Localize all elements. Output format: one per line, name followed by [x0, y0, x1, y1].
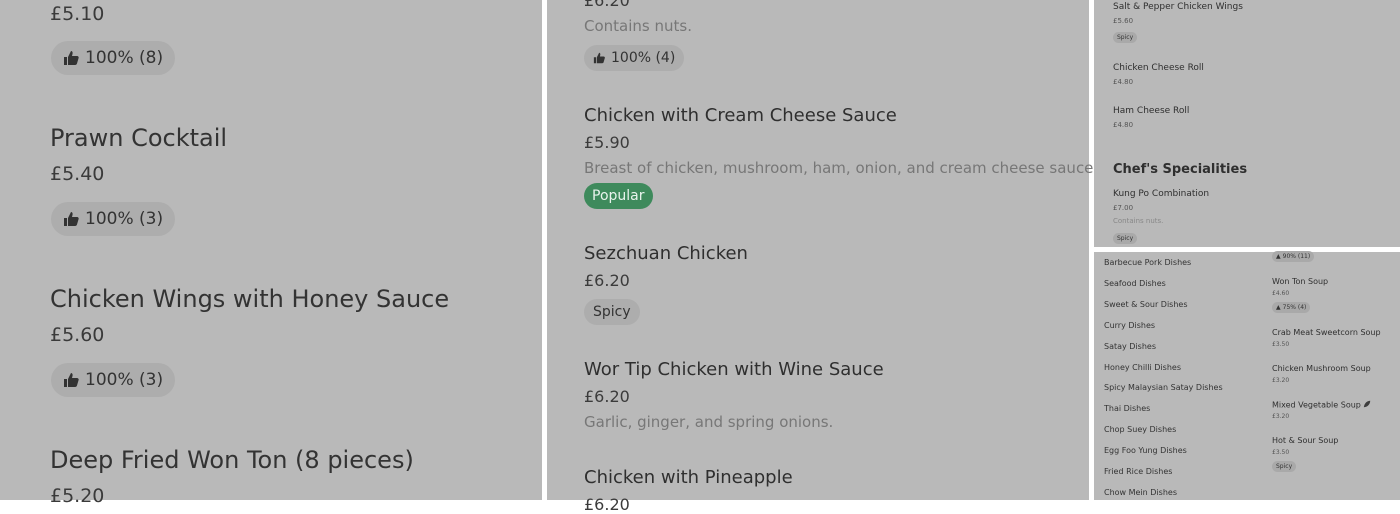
category-link[interactable]: Honey Chilli Dishes	[1104, 363, 1181, 372]
item-name[interactable]: Kung Po Combination	[1113, 189, 1209, 199]
item-price: £5.40	[50, 163, 105, 185]
rating-badge: ▲ 75% (4)	[1272, 302, 1311, 313]
item-price: £5.60	[50, 324, 105, 346]
item-price: £3.50	[1272, 449, 1290, 456]
item-price: £3.20	[1272, 413, 1290, 420]
rating-text: 90% (11)	[1282, 253, 1311, 260]
rating-badge: 100% (3)	[51, 202, 176, 236]
item-name[interactable]: Chicken Cheese Roll	[1113, 63, 1204, 73]
item-name[interactable]: Sezchuan Chicken	[584, 243, 748, 264]
item-price: £6.20	[584, 0, 630, 10]
item-description: Breast of chicken, mushroom, ham, onion,…	[584, 159, 1099, 177]
rating-badge: 100% (4)	[584, 45, 685, 71]
item-name[interactable]: Hot & Sour Soup	[1272, 436, 1338, 445]
item-price: £4.80	[1113, 121, 1134, 129]
item-name[interactable]: Won Ton Soup	[1272, 277, 1328, 286]
spicy-badge: Spicy	[1272, 461, 1297, 472]
item-price: £5.20	[50, 485, 105, 507]
thumbs-up-icon	[63, 50, 80, 66]
rating-text: 100% (3)	[85, 209, 164, 229]
item-description: Contains nuts.	[584, 17, 692, 35]
spicy-badge: Spicy	[1113, 32, 1138, 43]
thumbs-up-icon	[593, 52, 606, 64]
category-link[interactable]: Thai Dishes	[1104, 404, 1150, 413]
item-name[interactable]: Chicken with Cream Cheese Sauce	[584, 105, 897, 126]
item-name[interactable]: Chicken Wings with Honey Sauce	[50, 285, 449, 313]
rating-badge: 100% (3)	[51, 363, 176, 397]
item-price: £5.90	[584, 133, 630, 152]
item-name[interactable]: Prawn Cocktail	[50, 124, 227, 152]
item-price: £4.80	[1113, 78, 1134, 86]
category-link[interactable]: Fried Rice Dishes	[1104, 467, 1172, 476]
rating-text: 75% (4)	[1282, 304, 1307, 311]
menu-panel-categories-soups	[1094, 252, 1400, 500]
rating-text: 100% (8)	[85, 48, 164, 68]
category-link[interactable]: Sweet & Sour Dishes	[1104, 300, 1188, 309]
category-link[interactable]: Satay Dishes	[1104, 342, 1156, 351]
menu-panel-starters	[0, 0, 542, 500]
rating-badge: 100% (8)	[51, 41, 176, 75]
item-name[interactable]: Wor Tip Chicken with Wine Sauce	[584, 359, 884, 380]
item-price: £6.20	[584, 495, 630, 514]
thumbs-up-icon: ▲	[1276, 304, 1281, 311]
item-price: £6.20	[584, 387, 630, 406]
category-link[interactable]: Spicy Malaysian Satay Dishes	[1104, 383, 1223, 392]
popular-badge: Popular	[584, 183, 653, 209]
item-price: £6.20	[584, 271, 630, 290]
item-name[interactable]: Deep Fried Won Ton (8 pieces)	[50, 446, 414, 474]
category-link[interactable]: Egg Foo Yung Dishes	[1104, 446, 1187, 455]
item-price: £3.50	[1272, 341, 1290, 348]
item-description: Garlic, ginger, and spring onions.	[584, 413, 834, 431]
thumbs-up-icon	[63, 372, 80, 388]
item-description: Contains nuts.	[1113, 217, 1164, 225]
section-title: Chef's Specialities	[1113, 162, 1248, 177]
item-name[interactable]: Crab Meat Sweetcorn Soup	[1272, 328, 1381, 337]
item-name[interactable]: Mixed Vegetable Soup	[1272, 400, 1371, 410]
item-name[interactable]: Salt & Pepper Chicken Wings	[1113, 2, 1243, 12]
leaf-icon	[1363, 400, 1371, 410]
item-price: £3.20	[1272, 377, 1290, 384]
item-name[interactable]: Ham Cheese Roll	[1113, 106, 1189, 116]
category-link[interactable]: Seafood Dishes	[1104, 279, 1166, 288]
item-price: £5.60	[1113, 17, 1134, 25]
rating-text: 100% (4)	[611, 50, 676, 66]
thumbs-up-icon	[63, 211, 80, 227]
item-name-text: Mixed Vegetable Soup	[1272, 400, 1361, 410]
rating-badge: ▲ 90% (11)	[1272, 251, 1315, 262]
item-price: £4.60	[1272, 290, 1290, 297]
category-link[interactable]: Curry Dishes	[1104, 321, 1155, 330]
spicy-badge: Spicy	[584, 299, 640, 325]
item-price: £7.00	[1113, 204, 1134, 212]
spicy-badge: Spicy	[1113, 233, 1138, 244]
rating-text: 100% (3)	[85, 370, 164, 390]
thumbs-up-icon: ▲	[1276, 253, 1281, 260]
category-link[interactable]: Chop Suey Dishes	[1104, 425, 1176, 434]
item-name[interactable]: Chicken Mushroom Soup	[1272, 364, 1371, 373]
item-name[interactable]: Chicken with Pineapple	[584, 467, 793, 488]
category-link[interactable]: Chow Mein Dishes	[1104, 488, 1177, 497]
category-link[interactable]: Barbecue Pork Dishes	[1104, 258, 1191, 267]
item-price: £5.10	[50, 3, 105, 25]
menu-panel-appetisers	[1094, 0, 1400, 247]
